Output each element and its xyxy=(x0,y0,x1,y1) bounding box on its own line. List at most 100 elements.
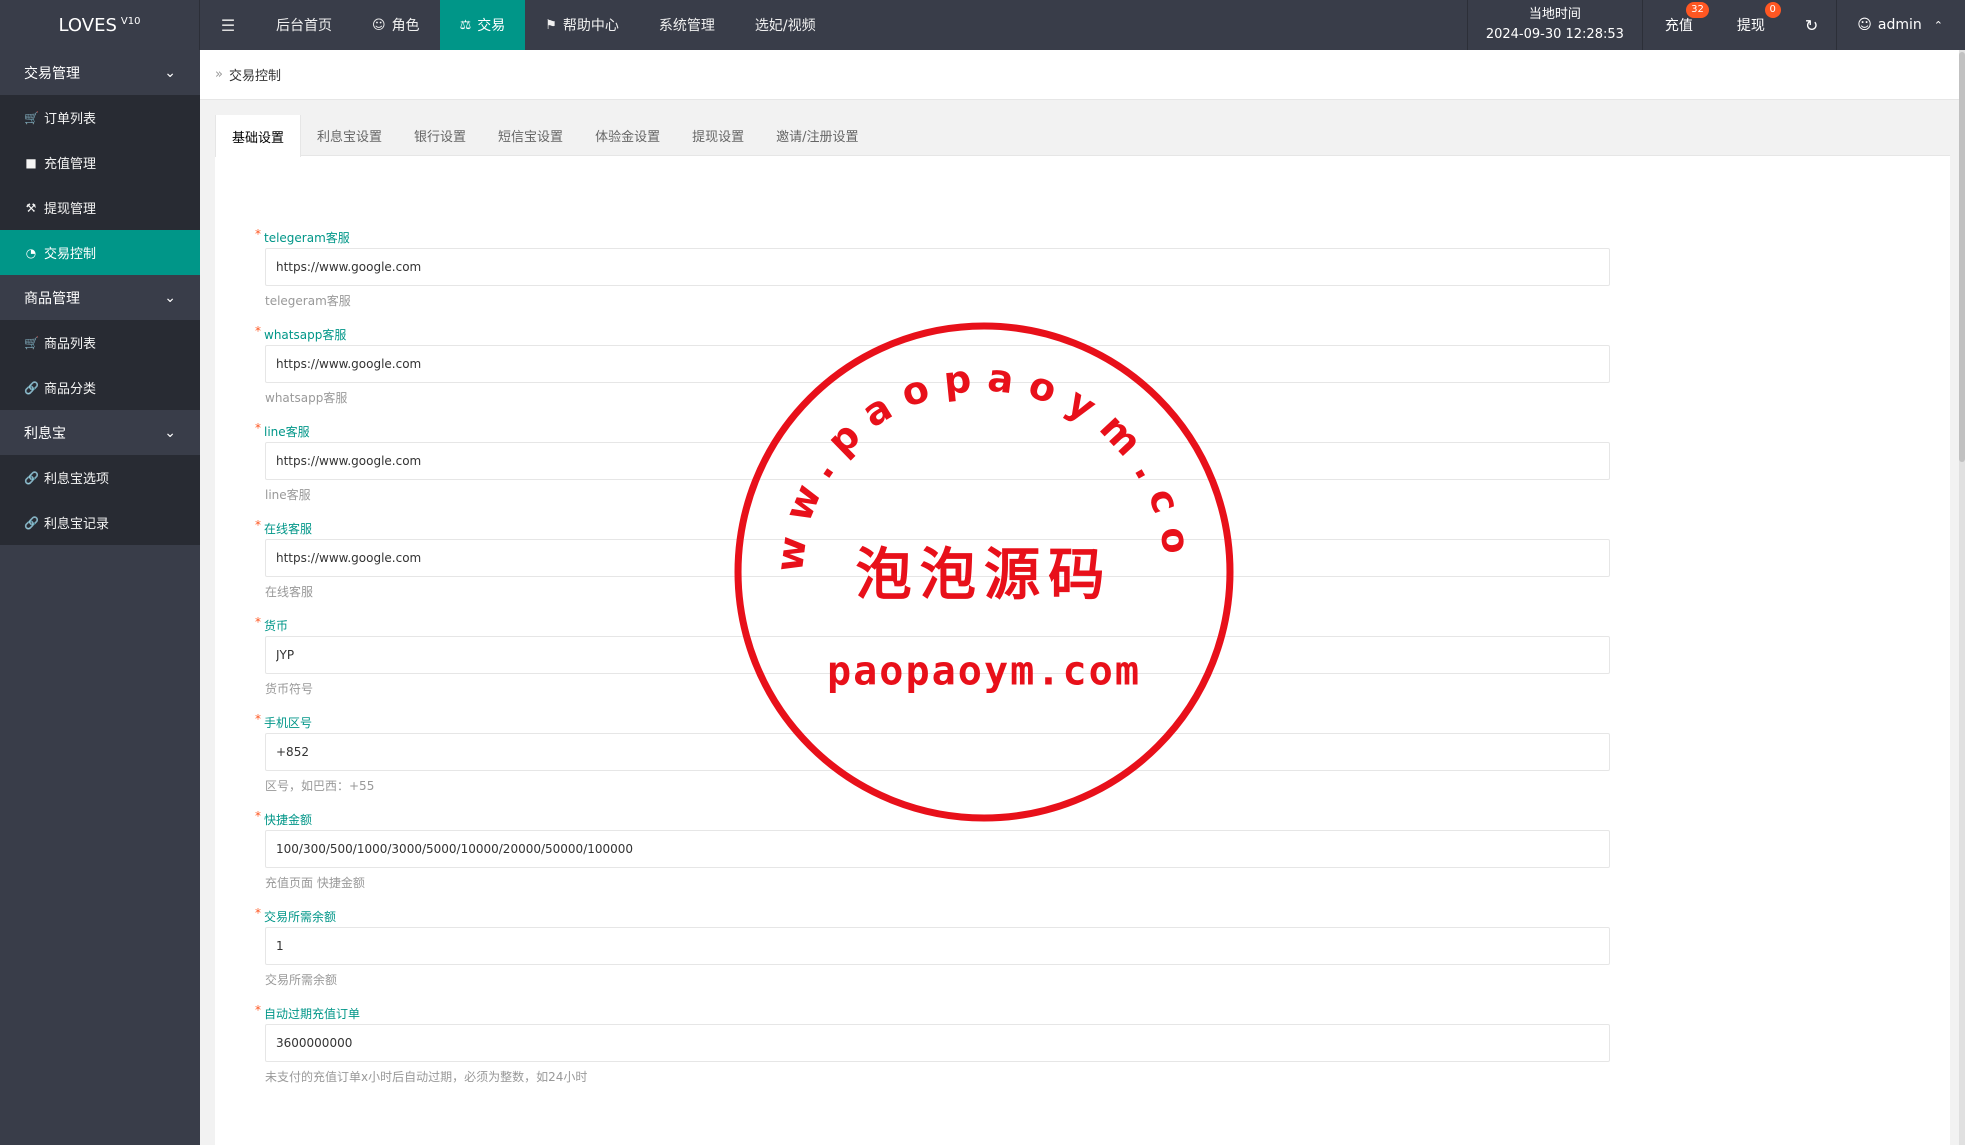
sidebar-group-trade[interactable]: 交易管理 ⌄ xyxy=(0,50,200,95)
field-telegram: *telegeram客服 telegeram客服 xyxy=(255,227,1950,308)
withdraw-badge: 0 xyxy=(1764,2,1781,18)
currency-input[interactable] xyxy=(265,636,1610,674)
user-icon: ☺ xyxy=(1857,17,1872,33)
nav-system[interactable]: 系统管理 xyxy=(639,0,735,50)
sidebar-item-recharge[interactable]: ■ 充值管理 xyxy=(0,140,200,185)
line-input[interactable] xyxy=(265,442,1610,480)
field-label-text: 交易所需余额 xyxy=(264,910,337,924)
refresh-icon[interactable]: ↻ xyxy=(1787,0,1836,50)
nav-home-label: 后台首页 xyxy=(276,18,332,34)
required-mark: * xyxy=(255,227,261,241)
tab-interest[interactable]: 利息宝设置 xyxy=(301,115,398,156)
field-help: 充值页面 快捷金额 xyxy=(265,876,365,890)
comment-icon: ■ xyxy=(25,155,37,170)
field-quick-amounts: *快捷金额 充值页面 快捷金额 xyxy=(255,809,1950,890)
whatsapp-input[interactable] xyxy=(265,345,1610,383)
app-logo[interactable]: LOVES V10 xyxy=(0,0,200,50)
required-mark: * xyxy=(255,421,261,435)
quick-amounts-input[interactable] xyxy=(265,830,1610,868)
required-mark: * xyxy=(255,615,261,629)
sidebar-group-interest[interactable]: 利息宝 ⌄ xyxy=(0,410,200,455)
sidebar-item-orders[interactable]: 🛒 订单列表 xyxy=(0,95,200,140)
sidebar-item-label: 商品列表 xyxy=(44,337,97,352)
user-menu[interactable]: ☺ admin ⌃ xyxy=(1836,0,1965,50)
breadcrumb-current: 交易控制 xyxy=(228,69,281,84)
user-icon: ☺ xyxy=(372,17,386,33)
field-line: *line客服 line客服 xyxy=(255,421,1950,502)
menu-toggle-icon[interactable]: ☰ xyxy=(200,0,256,50)
field-label: * line客服 xyxy=(255,421,1950,439)
hammer-icon: ⚒ xyxy=(25,200,37,215)
sidebar-item-goods-list[interactable]: 🛒 商品列表 xyxy=(0,320,200,365)
field-help: 在线客服 xyxy=(265,585,314,599)
field-label: * telegeram客服 xyxy=(255,227,1950,245)
nav-home[interactable]: 后台首页 xyxy=(256,0,352,50)
field-label-text: 手机区号 xyxy=(264,716,313,730)
field-help: 未支付的充值订单x小时后自动过期，必须为整数，如24小时 xyxy=(265,1070,588,1084)
local-time: 当地时间 2024-09-30 12:28:53 xyxy=(1466,0,1643,50)
nav-video[interactable]: 选妃/视频 xyxy=(735,0,836,50)
logo-version: V10 xyxy=(120,15,141,27)
withdraw-button[interactable]: 提现 0 xyxy=(1715,0,1787,50)
cart-icon: 🛒 xyxy=(24,335,39,350)
tab-basic[interactable]: 基础设置 xyxy=(215,115,302,157)
nav-help[interactable]: ⚑ 帮助中心 xyxy=(525,0,639,50)
online-service-input[interactable] xyxy=(265,539,1610,577)
recharge-button[interactable]: 充值 32 xyxy=(1643,0,1715,50)
telegram-input[interactable] xyxy=(265,248,1610,286)
order-expiry-input[interactable] xyxy=(265,1024,1610,1062)
field-phone-code: *手机区号 区号，如巴西：+55 xyxy=(255,713,1950,793)
required-mark: * xyxy=(255,518,261,532)
phone-code-input[interactable] xyxy=(265,733,1610,771)
tab-bank[interactable]: 银行设置 xyxy=(398,115,482,156)
tab-invite-register[interactable]: 邀请/注册设置 xyxy=(760,115,874,156)
sidebar-item-withdraw[interactable]: ⚒ 提现管理 xyxy=(0,185,200,230)
sidebar-item-trade-control[interactable]: ◔ 交易控制 xyxy=(0,230,200,275)
scrollbar-thumb[interactable] xyxy=(1959,52,1965,462)
sidebar-item-goods-category[interactable]: 🔗 商品分类 xyxy=(0,365,200,410)
link-icon: 🔗 xyxy=(24,380,39,395)
sidebar-group-label: 交易管理 xyxy=(24,65,80,82)
field-help: telegeram客服 xyxy=(265,294,351,308)
tab-withdraw[interactable]: 提现设置 xyxy=(676,115,760,156)
field-label-text: whatsapp客服 xyxy=(264,328,347,342)
field-label-text: line客服 xyxy=(264,425,310,439)
nav-help-label: 帮助中心 xyxy=(562,18,619,34)
tab-sms[interactable]: 短信宝设置 xyxy=(482,115,579,156)
nav-system-label: 系统管理 xyxy=(658,18,715,34)
field-label-text: 自动过期充值订单 xyxy=(264,1007,361,1021)
field-help: 区号，如巴西：+55 xyxy=(265,779,375,793)
link-icon: 🔗 xyxy=(24,470,39,485)
nav-trade[interactable]: ⚖ 交易 xyxy=(439,0,526,50)
sidebar-item-label: 利息宝记录 xyxy=(44,517,110,532)
field-order-expiry: *自动过期充值订单 未支付的充值订单x小时后自动过期，必须为整数，如24小时 xyxy=(255,1004,1950,1084)
field-label-text: telegeram客服 xyxy=(264,231,350,245)
recharge-badge: 32 xyxy=(1686,2,1709,18)
trade-balance-input[interactable] xyxy=(265,927,1610,965)
nav-video-label: 选妃/视频 xyxy=(754,18,816,34)
chevron-up-icon: ⌃ xyxy=(1933,18,1943,32)
recharge-label: 充值 xyxy=(1664,18,1693,34)
tab-trial-fund[interactable]: 体验金设置 xyxy=(579,115,676,156)
field-help: whatsapp客服 xyxy=(265,391,348,405)
field-label: * 手机区号 xyxy=(255,713,1950,730)
breadcrumb: » 交易控制 xyxy=(200,50,1965,100)
sidebar-item-label: 充值管理 xyxy=(44,157,97,172)
nav-trade-label: 交易 xyxy=(477,18,506,34)
chevron-down-icon: ⌄ xyxy=(164,64,176,81)
sidebar-item-interest-records[interactable]: 🔗 利息宝记录 xyxy=(0,500,200,545)
double-chevron-icon: » xyxy=(215,67,223,82)
sidebar-group-label: 利息宝 xyxy=(24,425,66,442)
required-mark: * xyxy=(255,809,261,823)
field-whatsapp: *whatsapp客服 whatsapp客服 xyxy=(255,324,1950,405)
field-label: * whatsapp客服 xyxy=(255,324,1950,342)
required-mark: * xyxy=(255,324,261,338)
nav-role-label: 角色 xyxy=(391,18,420,34)
link-icon: 🔗 xyxy=(24,515,39,530)
field-label-text: 快捷金额 xyxy=(264,813,313,827)
sidebar-item-interest-options[interactable]: 🔗 利息宝选项 xyxy=(0,455,200,500)
nav-role[interactable]: ☺ 角色 xyxy=(352,0,440,50)
sidebar-group-goods[interactable]: 商品管理 ⌄ xyxy=(0,275,200,320)
main-panel: 基础设置 利息宝设置 银行设置 短信宝设置 体验金设置 提现设置 邀请/注册设置… xyxy=(215,115,1950,1145)
settings-form: *telegeram客服 telegeram客服 *whatsapp客服 wha… xyxy=(215,156,1950,1084)
